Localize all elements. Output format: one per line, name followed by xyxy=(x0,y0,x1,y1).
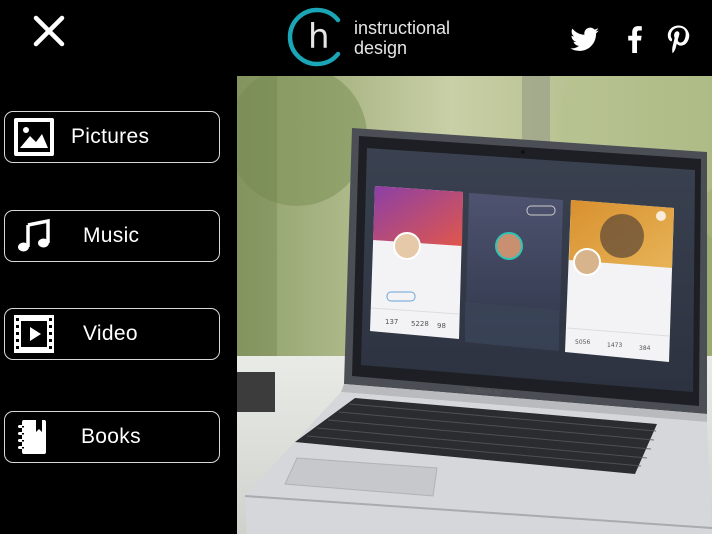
film-icon xyxy=(14,315,54,353)
sidebar-item-music[interactable]: Music xyxy=(4,210,220,262)
sidebar-item-label: Books xyxy=(81,425,141,448)
logo-mark: h xyxy=(287,7,341,67)
image-icon xyxy=(14,118,54,156)
card-stat: 137 xyxy=(385,318,398,326)
card-stat: 98 xyxy=(437,322,446,330)
laptop-photo: 137 5228 98 5056 1473 384 MacBook Air xyxy=(237,76,712,534)
sidebar-item-label: Pictures xyxy=(71,125,150,148)
card-stat: 5056 xyxy=(575,339,590,346)
logo-text: instructional design xyxy=(354,18,450,58)
twitter-icon[interactable] xyxy=(568,22,602,56)
top-bar: h instructional design xyxy=(0,0,712,76)
hero-image: 137 5228 98 5056 1473 384 MacBook Air xyxy=(237,76,712,534)
close-icon[interactable] xyxy=(30,12,68,50)
sidebar: Pictures Music Video Books xyxy=(0,76,236,534)
music-note-icon xyxy=(18,218,50,252)
card-stat: 5228 xyxy=(411,320,429,328)
sidebar-item-books[interactable]: Books xyxy=(4,411,220,463)
logo-line-1: instructional xyxy=(354,18,451,38)
card-stat: 384 xyxy=(639,345,651,352)
book-icon xyxy=(18,420,46,454)
sidebar-item-label: Video xyxy=(83,322,138,345)
card-stat: 1473 xyxy=(607,342,622,349)
sidebar-item-label: Music xyxy=(83,224,140,247)
logo-letter: h xyxy=(308,17,330,57)
pinterest-icon[interactable] xyxy=(662,22,696,56)
sidebar-item-pictures[interactable]: Pictures xyxy=(4,111,220,163)
facebook-icon[interactable] xyxy=(618,22,652,56)
logo-line-2: design xyxy=(354,38,408,58)
brand-logo[interactable]: h instructional design xyxy=(286,6,466,68)
sidebar-item-video[interactable]: Video xyxy=(4,308,220,360)
